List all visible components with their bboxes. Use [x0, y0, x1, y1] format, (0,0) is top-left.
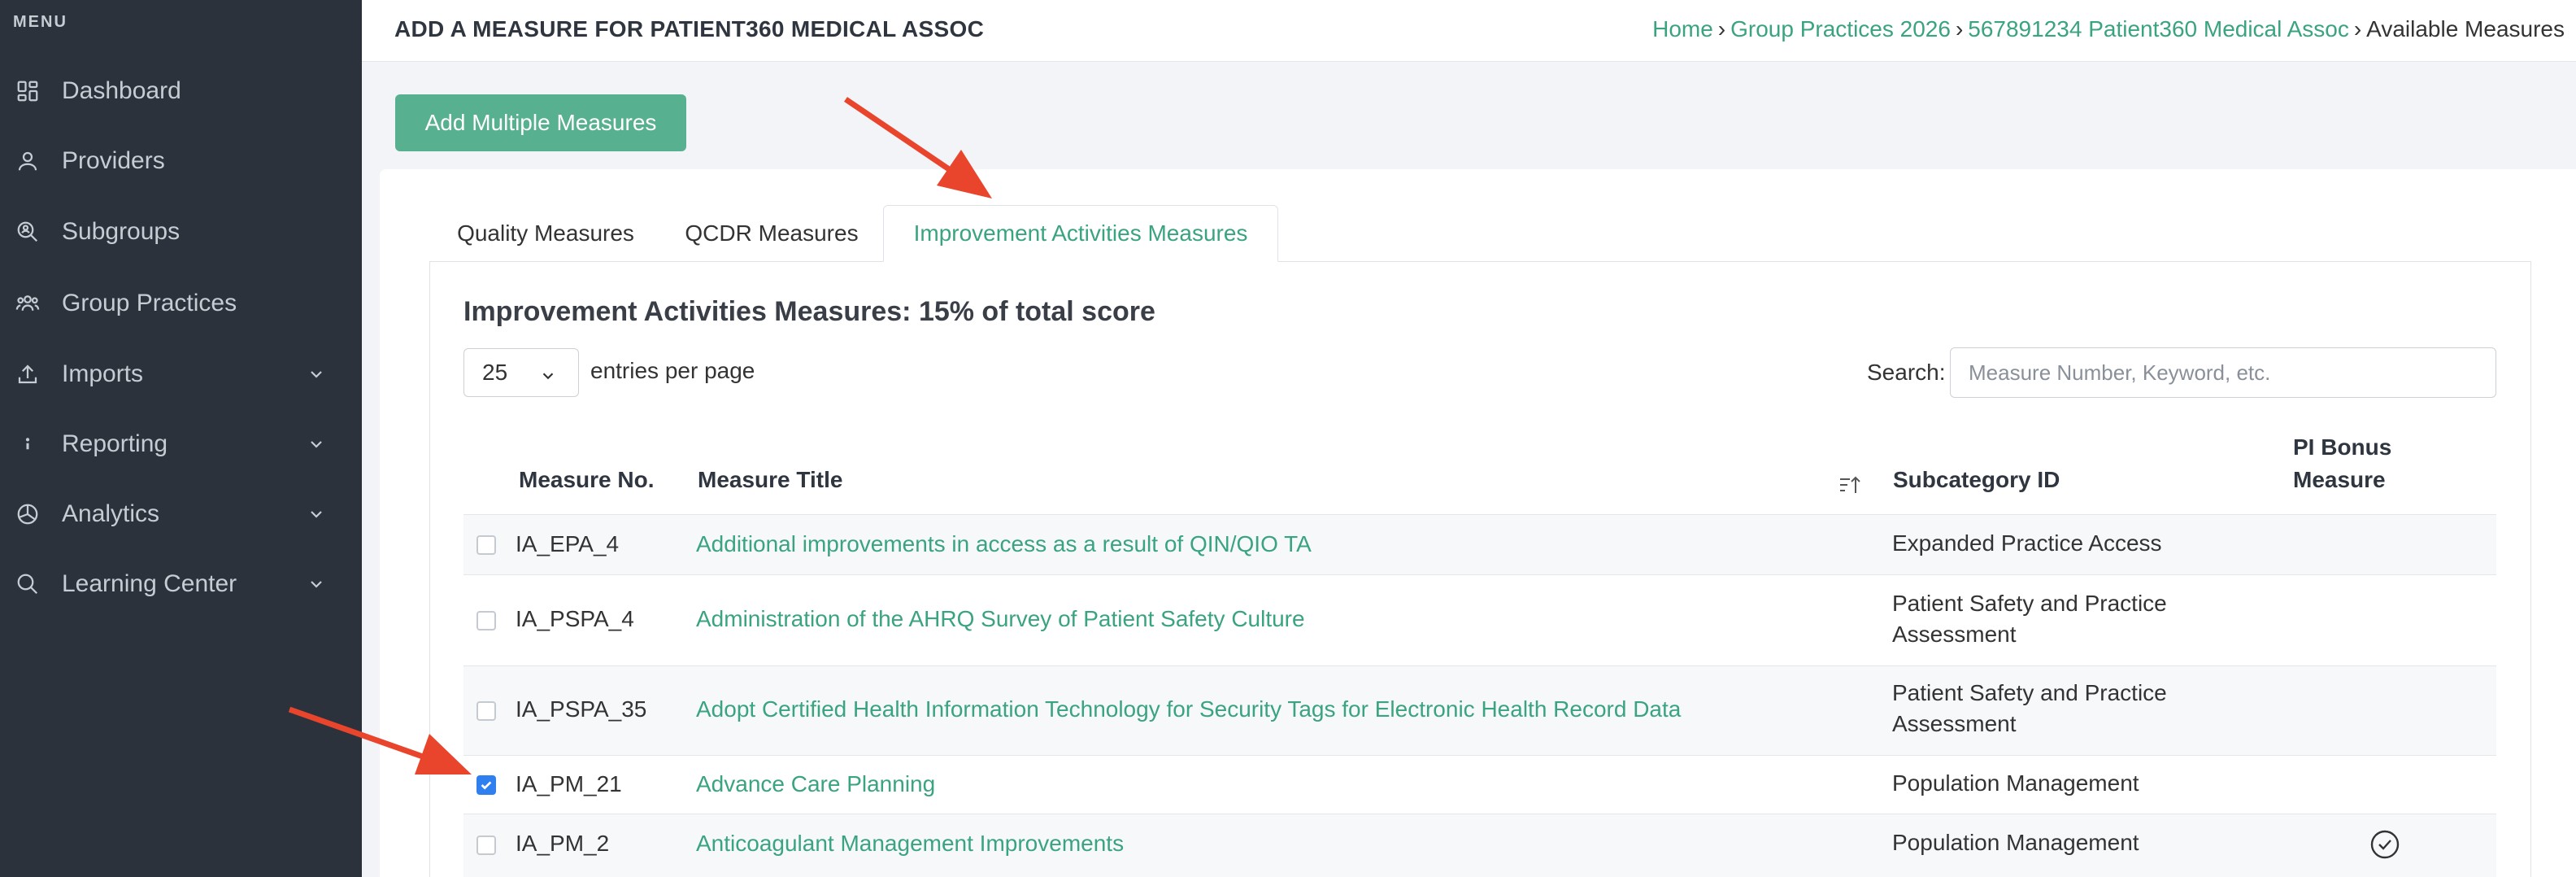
- header-subcategory-id[interactable]: Subcategory ID: [1893, 467, 2060, 493]
- search-label: Search:: [1867, 360, 1946, 385]
- measure-title-link[interactable]: Anticoagulant Management Improvements: [696, 831, 1124, 857]
- chevron-down-icon: [307, 504, 326, 524]
- sidebar-item-label: Group Practices: [62, 290, 237, 316]
- add-multiple-measures-button[interactable]: Add Multiple Measures: [395, 94, 686, 151]
- measure-number: IA_EPA_4: [516, 531, 620, 556]
- row-checkbox[interactable]: [476, 836, 496, 855]
- check-circle-icon: [2369, 828, 2401, 861]
- sidebar-item-label: Dashboard: [62, 77, 181, 104]
- sort-icon[interactable]: [1838, 473, 1862, 496]
- row-checkbox[interactable]: [476, 775, 496, 795]
- subcategory-id: Patient Safety and Practice Assessment: [1892, 680, 2167, 736]
- search-input[interactable]: [1950, 347, 2496, 398]
- pie-chart-icon: [15, 501, 41, 527]
- row-checkbox[interactable]: [476, 701, 496, 721]
- entries-per-page-select[interactable]: 25: [463, 348, 579, 397]
- sidebar-item-learning-center[interactable]: Learning Center: [0, 560, 362, 609]
- breadcrumb-separator: ›: [1955, 16, 1964, 41]
- sidebar-item-label: Reporting: [62, 430, 168, 457]
- header-measure-title[interactable]: Measure Title: [698, 467, 842, 493]
- row-checkbox[interactable]: [476, 535, 496, 555]
- sidebar-item-analytics[interactable]: Analytics: [0, 490, 362, 539]
- table-row[interactable]: IA_PM_21 Advance Care Planning Populatio…: [463, 755, 2496, 814]
- table-row[interactable]: IA_PM_2 Anticoagulant Management Improve…: [463, 814, 2496, 877]
- subcategory-id: Patient Safety and Practice Assessment: [1892, 591, 2167, 647]
- header-measure-no[interactable]: Measure No.: [519, 467, 655, 493]
- entries-label: entries per page: [590, 358, 755, 383]
- info-icon: [15, 431, 41, 457]
- measure-number: IA_PM_2: [516, 831, 610, 856]
- breadcrumb: Home › Group Practices 2026 › 567891234 Pati…: [1652, 16, 2565, 42]
- section-title: Improvement Activities Measures: 15% of …: [463, 296, 1155, 327]
- group-icon: [15, 290, 41, 316]
- chevron-down-icon: [539, 364, 557, 382]
- menu-label: MENU: [13, 13, 67, 31]
- breadcrumb-separator: ›: [1717, 16, 1726, 41]
- breadcrumb-separator: ›: [2353, 16, 2362, 41]
- row-checkbox[interactable]: [476, 611, 496, 630]
- user-icon: [15, 148, 41, 174]
- table-row[interactable]: IA_PSPA_35 Adopt Certified Health Inform…: [463, 665, 2496, 755]
- entries-value: 25: [482, 360, 508, 385]
- measure-title-link[interactable]: Administration of the AHRQ Survey of Pat…: [696, 606, 1305, 632]
- measure-title-link[interactable]: Advance Care Planning: [696, 771, 935, 797]
- sidebar-item-label: Analytics: [62, 500, 160, 527]
- tab-qcdr-measures[interactable]: QCDR Measures: [668, 205, 875, 262]
- sidebar-item-label: Learning Center: [62, 570, 237, 597]
- header-pi-bonus-line1[interactable]: PI Bonus: [2293, 434, 2391, 460]
- measure-title-link[interactable]: Additional improvements in access as a r…: [696, 531, 1312, 557]
- chevron-down-icon: [307, 364, 326, 384]
- search-people-icon: [15, 219, 41, 245]
- breadcrumb-practice[interactable]: 567891234 Patient360 Medical Assoc: [1968, 16, 2349, 41]
- header-pi-bonus-line2[interactable]: Measure: [2293, 467, 2386, 493]
- subcategory-id: Population Management: [1892, 770, 2139, 796]
- tab-quality-measures[interactable]: Quality Measures: [431, 205, 660, 262]
- chevron-down-icon: [307, 434, 326, 454]
- subcategory-id: Population Management: [1892, 830, 2139, 855]
- measure-title-link[interactable]: Adopt Certified Health Information Techn…: [696, 696, 1681, 722]
- breadcrumb-group-practices[interactable]: Group Practices 2026: [1730, 16, 1951, 41]
- check-icon: [481, 781, 492, 790]
- measure-number: IA_PM_21: [516, 771, 622, 796]
- sidebar-item-label: Providers: [62, 147, 165, 174]
- sidebar-item-group-practices[interactable]: Group Practices: [0, 279, 362, 328]
- measure-number: IA_PSPA_4: [516, 606, 634, 631]
- breadcrumb-home[interactable]: Home: [1652, 16, 1713, 41]
- sidebar-item-providers[interactable]: Providers: [0, 137, 362, 185]
- breadcrumb-current: Available Measures: [2366, 16, 2565, 41]
- subcategory-id: Expanded Practice Access: [1892, 530, 2162, 556]
- measure-number: IA_PSPA_35: [516, 696, 647, 722]
- table-row[interactable]: IA_EPA_4 Additional improvements in acce…: [463, 514, 2496, 574]
- sidebar-item-subgroups[interactable]: Subgroups: [0, 207, 362, 256]
- table-row[interactable]: IA_PSPA_4 Administration of the AHRQ Sur…: [463, 574, 2496, 665]
- upload-icon: [15, 361, 41, 387]
- page-title: ADD A MEASURE FOR PATIENT360 MEDICAL ASS…: [394, 16, 985, 41]
- top-bar: ADD A MEASURE FOR PATIENT360 MEDICAL ASS…: [362, 0, 2576, 62]
- search-icon: [15, 571, 41, 597]
- sidebar-item-label: Subgroups: [62, 218, 181, 245]
- sidebar-item-reporting[interactable]: Reporting: [0, 420, 362, 469]
- sidebar: MENU Dashboard Providers Subgroups Group…: [0, 0, 362, 877]
- sidebar-item-label: Imports: [62, 360, 144, 387]
- sidebar-item-imports[interactable]: Imports: [0, 350, 362, 399]
- tab-improvement-activities-measures[interactable]: Improvement Activities Measures: [883, 205, 1278, 262]
- chevron-down-icon: [307, 574, 326, 594]
- sidebar-item-dashboard[interactable]: Dashboard: [0, 67, 362, 116]
- dashboard-icon: [15, 78, 41, 104]
